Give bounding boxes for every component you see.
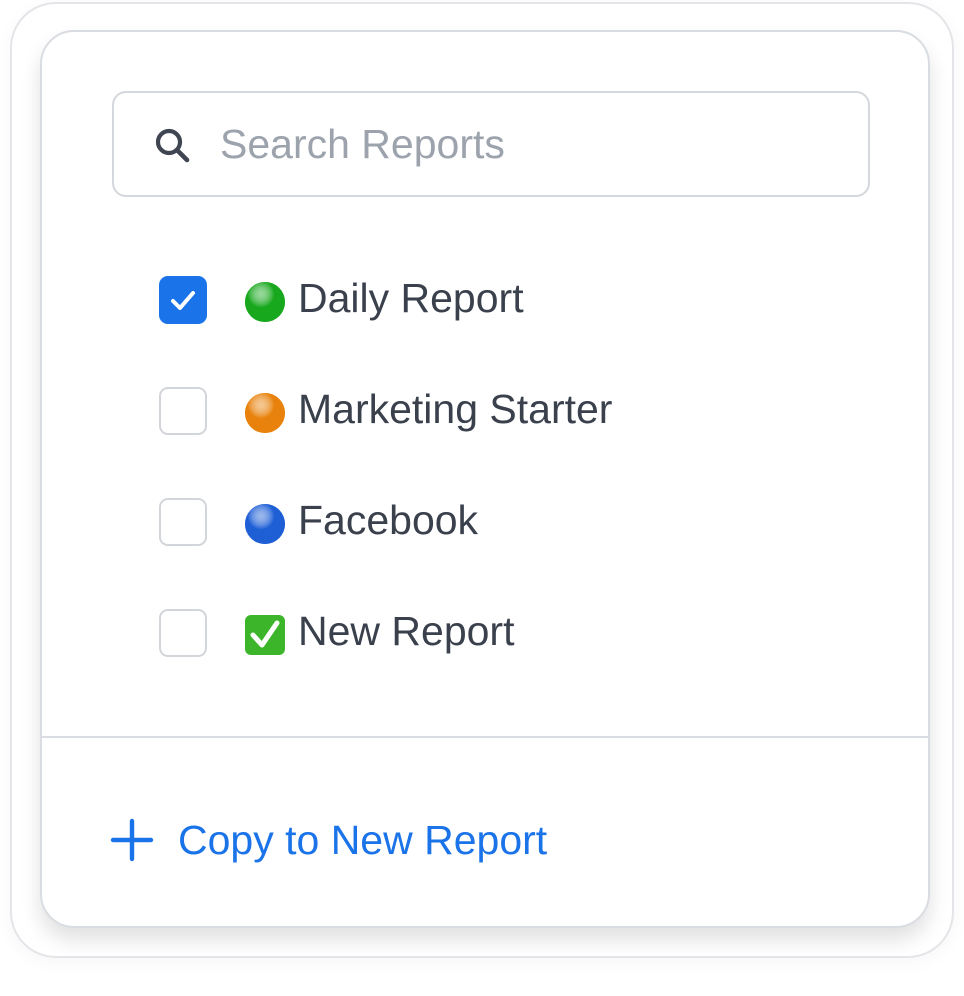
report-list: Daily Report Marketing Starter Facebook … (42, 244, 928, 688)
search-box[interactable] (112, 91, 870, 197)
check-mark-button-icon (245, 615, 285, 655)
report-checkbox[interactable] (159, 276, 207, 324)
report-item-marketing-starter[interactable]: Marketing Starter (42, 355, 928, 466)
checkmark-icon (171, 291, 195, 310)
divider (42, 736, 928, 738)
report-label: New Report (298, 608, 515, 654)
search-input[interactable] (220, 111, 840, 177)
search-icon (155, 128, 190, 163)
report-checkbox[interactable] (159, 609, 207, 657)
report-item-new-report[interactable]: New Report (42, 577, 928, 688)
report-checkbox[interactable] (159, 498, 207, 546)
reports-dropdown-panel: Daily Report Marketing Starter Facebook … (40, 30, 930, 928)
report-checkbox[interactable] (159, 387, 207, 435)
blue-circle-icon (245, 504, 285, 544)
orange-circle-icon (245, 393, 285, 433)
plus-icon (110, 818, 154, 862)
report-label: Marketing Starter (298, 386, 613, 432)
copy-to-new-report-label: Copy to New Report (178, 816, 548, 863)
copy-to-new-report-button[interactable]: Copy to New Report (110, 808, 547, 872)
report-item-facebook[interactable]: Facebook (42, 466, 928, 577)
report-item-daily-report[interactable]: Daily Report (42, 244, 928, 355)
green-circle-icon (245, 282, 285, 322)
report-label: Facebook (298, 497, 479, 543)
report-label: Daily Report (298, 275, 524, 321)
